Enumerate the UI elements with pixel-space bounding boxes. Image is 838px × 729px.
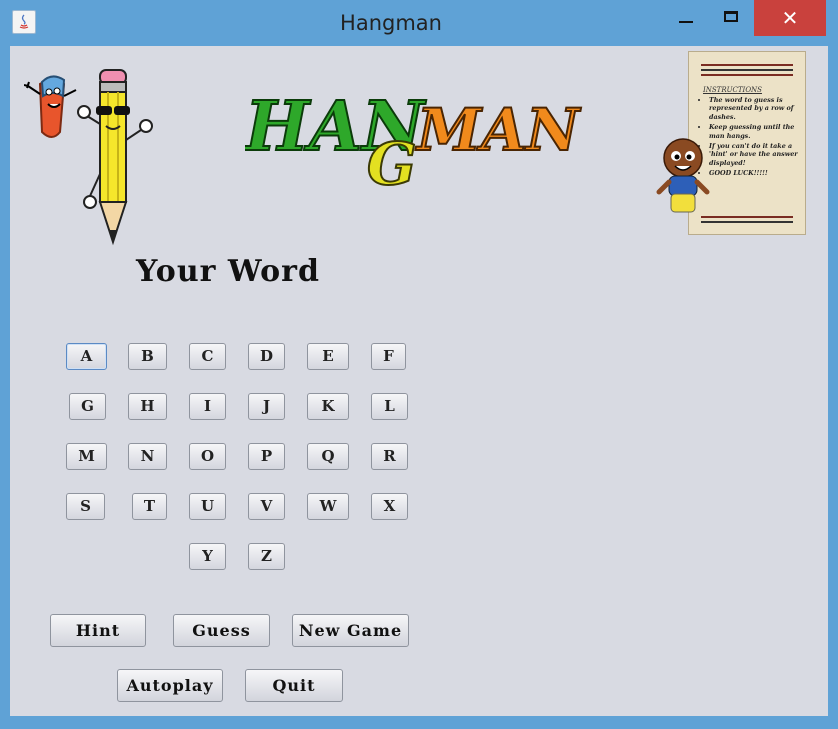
instruction-item: If you can't do it take a 'hint' or have… xyxy=(709,142,809,167)
letter-key-k[interactable]: K xyxy=(307,393,349,420)
letter-key-d[interactable]: D xyxy=(248,343,285,370)
letter-key-y[interactable]: Y xyxy=(189,543,226,570)
letter-key-c[interactable]: C xyxy=(189,343,226,370)
letter-key-p[interactable]: P xyxy=(248,443,285,470)
letter-key-e[interactable]: E xyxy=(307,343,349,370)
letter-key-f[interactable]: F xyxy=(371,343,406,370)
pencil-mascot-icon xyxy=(77,69,153,246)
letter-key-r[interactable]: R xyxy=(371,443,408,470)
word-label: Your Word xyxy=(136,254,320,289)
letter-key-z[interactable]: Z xyxy=(248,543,285,570)
guess-button[interactable]: Guess xyxy=(173,614,270,647)
instruction-item: The word to guess is represented by a ro… xyxy=(709,96,809,121)
instruction-item: Keep guessing until the man hangs. xyxy=(709,123,809,140)
new-game-button[interactable]: New Game xyxy=(292,614,409,647)
letter-key-b[interactable]: B xyxy=(128,343,167,370)
hint-button[interactable]: Hint xyxy=(50,614,146,647)
letter-key-j[interactable]: J xyxy=(248,393,285,420)
letter-key-l[interactable]: L xyxy=(371,393,408,420)
letter-key-n[interactable]: N xyxy=(128,443,167,470)
letter-key-o[interactable]: O xyxy=(189,443,226,470)
letter-key-i[interactable]: I xyxy=(189,393,226,420)
letter-key-m[interactable]: M xyxy=(66,443,107,470)
instruction-item: GOOD LUCK!!!!! xyxy=(709,169,809,177)
letter-key-h[interactable]: H xyxy=(128,393,167,420)
kid-mascot-icon xyxy=(656,138,710,213)
letter-key-x[interactable]: X xyxy=(371,493,408,520)
letter-key-v[interactable]: V xyxy=(248,493,285,520)
instructions-title: INSTRUCTIONS xyxy=(703,86,762,94)
letter-key-s[interactable]: S xyxy=(66,493,105,520)
letter-key-u[interactable]: U xyxy=(189,493,226,520)
letter-key-g[interactable]: G xyxy=(69,393,106,420)
instructions-list: The word to guess is represented by a ro… xyxy=(699,96,809,180)
logo-part-man: MAN xyxy=(415,96,581,164)
game-panel: HAN G MAN INSTRUCTIONS The word to guess… xyxy=(10,46,828,716)
autoplay-button[interactable]: Autoplay xyxy=(117,669,223,702)
app-window: Hangman ✕ HAN G MAN INSTRUCTIONS • The w… xyxy=(0,0,838,729)
logo-part-g: G xyxy=(367,130,417,196)
letter-key-q[interactable]: Q xyxy=(307,443,349,470)
letter-key-a[interactable]: A xyxy=(66,343,107,370)
letter-key-t[interactable]: T xyxy=(132,493,167,520)
maximize-icon[interactable] xyxy=(710,0,754,36)
hangman-logo: HAN G MAN xyxy=(242,76,595,199)
eraser-mascot-icon xyxy=(24,75,77,138)
minimize-icon[interactable] xyxy=(662,0,710,36)
quit-button[interactable]: Quit xyxy=(245,669,343,702)
letter-key-w[interactable]: W xyxy=(307,493,349,520)
close-icon[interactable]: ✕ xyxy=(754,0,826,36)
title-bar[interactable]: Hangman ✕ xyxy=(0,0,838,46)
